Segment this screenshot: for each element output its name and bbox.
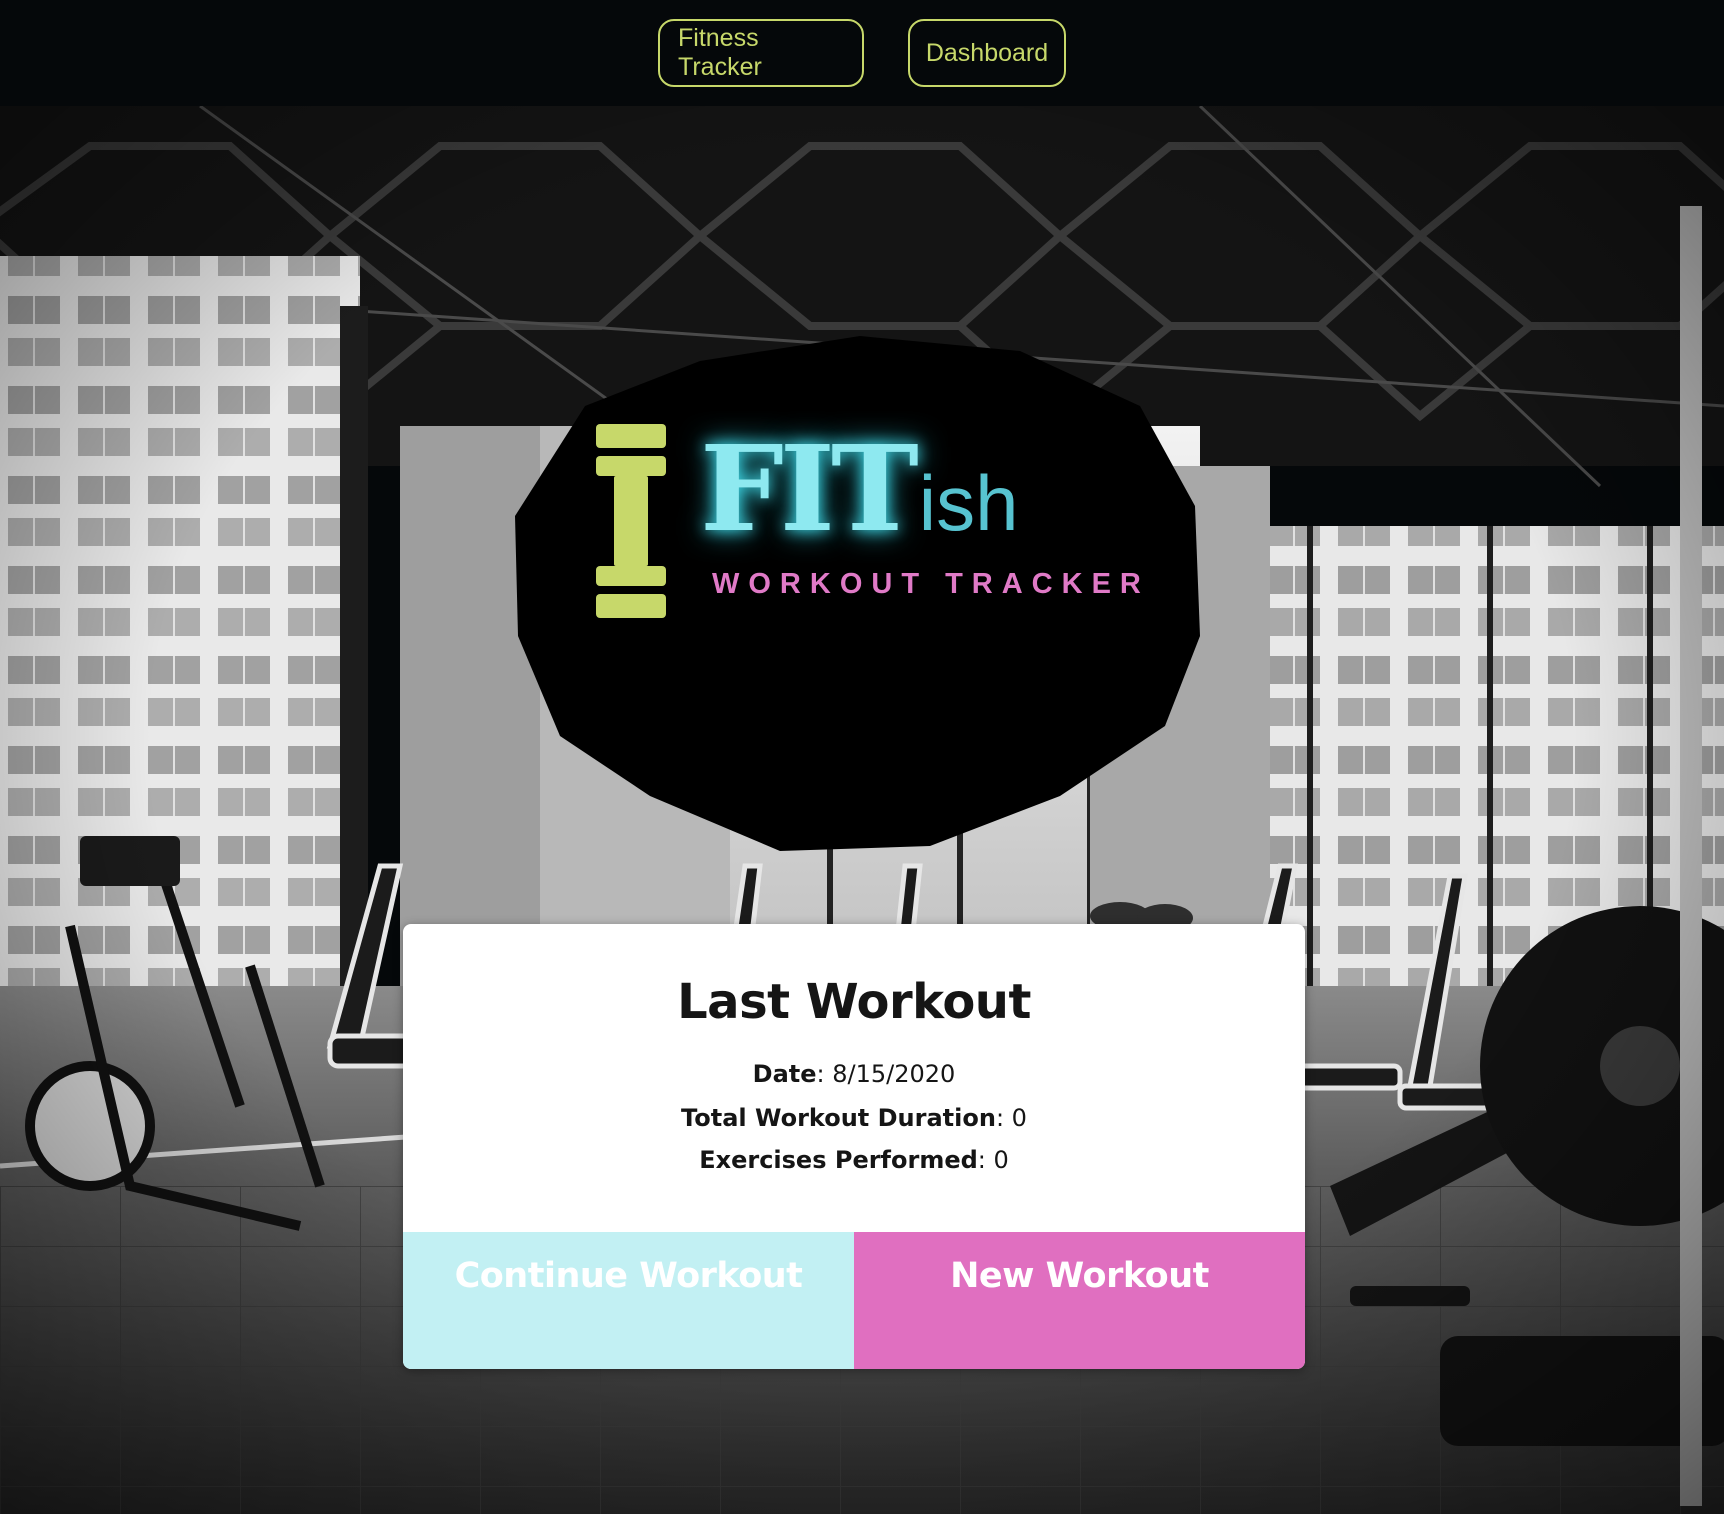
logo-brand: FIT ish xyxy=(700,408,1019,548)
dashboard-nav-button[interactable]: Dashboard xyxy=(908,19,1066,87)
duration-separator: : xyxy=(995,1104,1012,1132)
continue-workout-button[interactable]: Continue Workout xyxy=(403,1232,854,1369)
exercises-separator: : xyxy=(977,1146,994,1174)
date-separator: : xyxy=(816,1060,833,1088)
date-value: 8/15/2020 xyxy=(832,1060,956,1088)
top-navbar: Fitness Tracker Dashboard xyxy=(0,0,1724,106)
duration-label: Total Workout Duration xyxy=(681,1104,996,1132)
dumbbell-icon xyxy=(596,424,666,618)
exercises-row: Exercises Performed: 0 xyxy=(403,1146,1305,1174)
logo-tagline: WORKOUT TRACKER xyxy=(712,568,1150,600)
date-row: Date: 8/15/2020 xyxy=(403,1060,1305,1088)
exercises-value: 0 xyxy=(993,1146,1009,1174)
last-workout-card: Last Workout Date: 8/15/2020 Total Worko… xyxy=(403,924,1305,1369)
logo-fit-text: FIT xyxy=(700,419,919,558)
last-workout-title: Last Workout xyxy=(677,974,1031,1030)
duration-value: 0 xyxy=(1011,1104,1027,1132)
date-label: Date xyxy=(752,1060,817,1088)
exercises-label: Exercises Performed xyxy=(699,1146,978,1174)
new-workout-button[interactable]: New Workout xyxy=(854,1232,1305,1369)
logo-ish-text: ish xyxy=(918,459,1019,547)
gym-background-image: FIT ish WORKOUT TRACKER Last Workout Dat… xyxy=(0,106,1724,1514)
duration-row: Total Workout Duration: 0 xyxy=(403,1104,1305,1132)
fitness-tracker-nav-button[interactable]: Fitness Tracker xyxy=(658,19,864,87)
